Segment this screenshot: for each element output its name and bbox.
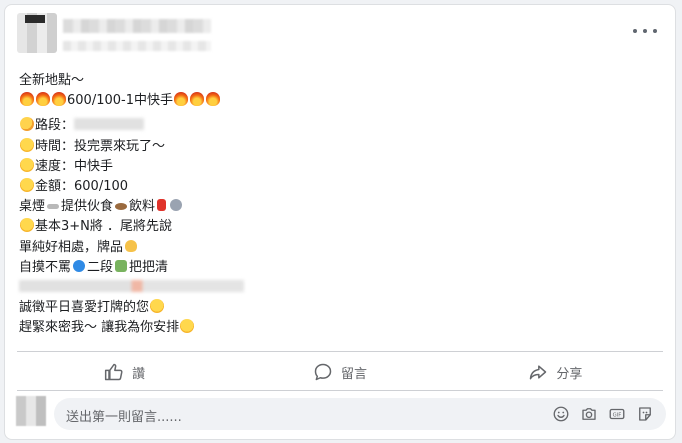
post-line: 路段： xyxy=(19,116,659,136)
share-arrow-icon xyxy=(530,365,547,380)
comment-button[interactable]: 留言 xyxy=(232,357,447,387)
post-card: 全新地點～ 600/100-1中快手 路段： 時間：投完票來玩了～ 速度：中快手… xyxy=(4,4,676,440)
commenter-avatar[interactable] xyxy=(16,396,46,426)
gif-icon[interactable]: GIF xyxy=(608,405,626,423)
winking-face-icon xyxy=(20,218,34,233)
smiling-face-hearts-icon xyxy=(20,117,34,132)
ok-hand-icon xyxy=(125,239,138,252)
fire-icon xyxy=(36,92,50,107)
post-line: 單純好相處，牌品 xyxy=(19,238,659,258)
divider xyxy=(17,390,663,391)
svg-text:GIF: GIF xyxy=(613,412,622,418)
post-line: 速度：中快手 xyxy=(19,157,659,177)
post-line: 時間：投完票來玩了～ xyxy=(19,137,659,157)
post-line: 基本3+N將 ．尾將先說 xyxy=(19,217,659,237)
thumbs-up-icon xyxy=(105,363,123,381)
post-line xyxy=(19,278,659,298)
infinity-icon xyxy=(170,199,183,212)
fire-icon xyxy=(205,92,220,107)
comment-tools: GIF xyxy=(552,405,654,423)
divider xyxy=(17,351,663,352)
author-avatar[interactable] xyxy=(17,13,57,53)
smirk-face-icon xyxy=(150,299,165,314)
post-line: 自摸不罵 二段 把把清 xyxy=(19,259,169,275)
cigarette-icon xyxy=(47,204,60,210)
share-button[interactable]: 分享 xyxy=(448,357,663,387)
like-button[interactable]: 讚 xyxy=(17,357,232,387)
post-line: 誠徵平日喜愛打牌的您 xyxy=(19,298,659,318)
post-line: 趕緊來密我～ 讓我為你安排 xyxy=(19,318,659,338)
cup-drink-icon xyxy=(157,199,167,212)
fire-icon xyxy=(20,92,34,107)
post-line: 金額：600/100 xyxy=(19,177,659,197)
post-body: 全新地點～ 600/100-1中快手 路段： 時間：投完票來玩了～ 速度：中快手… xyxy=(19,71,659,338)
comment-placeholder: 送出第一則留言...... xyxy=(66,410,182,425)
more-options-button[interactable] xyxy=(633,25,657,37)
astonished-face-icon xyxy=(20,177,34,192)
speech-bubble-icon xyxy=(314,363,332,381)
more-dots-icon xyxy=(633,29,637,33)
post-line: 600/100-1中快手 xyxy=(19,91,659,111)
fire-icon xyxy=(52,92,66,107)
post-meta-blurred xyxy=(63,41,211,51)
road-blurred xyxy=(74,118,145,131)
fire-icon xyxy=(173,92,188,107)
sticker-icon[interactable] xyxy=(636,405,654,423)
grinning-face-icon xyxy=(20,137,34,152)
grinning-face-icon xyxy=(180,319,195,334)
post-line: 全新地點～ xyxy=(19,73,85,88)
comment-input[interactable]: 送出第一則留言...... GIF xyxy=(54,398,666,430)
post-actions-bar: 讚 留言 分享 xyxy=(17,357,663,387)
smiley-icon[interactable] xyxy=(552,405,570,423)
hidden-text-blurred xyxy=(19,279,244,292)
food-icon xyxy=(115,203,128,211)
camera-icon[interactable] xyxy=(580,405,598,423)
slight-smile-icon xyxy=(20,157,34,172)
author-name-blurred[interactable] xyxy=(63,19,211,33)
money-icon xyxy=(115,259,128,272)
fire-icon xyxy=(189,92,204,107)
sign-icon xyxy=(73,259,86,272)
post-line: 桌煙 提供伙食 飲料 xyxy=(19,197,659,217)
